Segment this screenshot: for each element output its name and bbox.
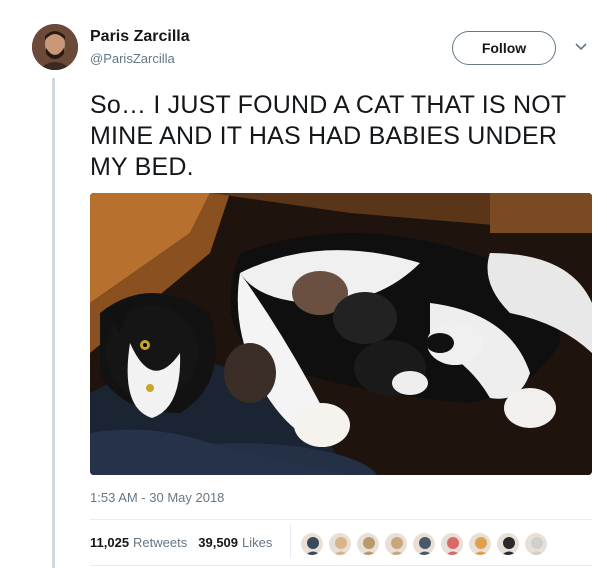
liker-avatar[interactable] (300, 532, 324, 556)
tweet-timestamp[interactable]: 1:53 AM - 30 May 2018 (90, 490, 224, 505)
author-handle[interactable]: @ParisZarcilla (90, 51, 175, 66)
thread-line (52, 78, 55, 568)
tweet-text: So… I JUST FOUND A CAT THAT IS NOT MINE … (90, 91, 566, 181)
liker-avatar[interactable] (356, 532, 380, 556)
liker-avatar[interactable] (384, 532, 408, 556)
author-name[interactable]: Paris Zarcilla (90, 28, 190, 46)
retweets-stat[interactable]: 11,025 Retweets (90, 535, 187, 550)
liker-avatar[interactable] (524, 532, 548, 556)
tweet-media[interactable] (90, 193, 592, 475)
tweet-stats: 11,025 Retweets 39,509 Likes (90, 535, 283, 550)
divider (90, 519, 592, 520)
follow-button[interactable]: Follow (452, 31, 556, 65)
avatar-photo-icon (32, 24, 78, 70)
author-avatar[interactable] (32, 24, 78, 70)
retweets-count: 11,025 (90, 535, 130, 550)
liker-avatar[interactable] (468, 532, 492, 556)
liker-avatars (300, 532, 552, 556)
liker-avatar[interactable] (440, 532, 464, 556)
likes-count: 39,509 (198, 535, 239, 550)
cat-with-kittens-photo-icon (90, 193, 592, 475)
liker-avatar[interactable] (328, 532, 352, 556)
chevron-down-icon[interactable] (573, 38, 589, 54)
retweets-label: Retweets (133, 535, 188, 550)
likes-label: Likes (242, 535, 273, 550)
stats-separator (290, 524, 291, 558)
likes-stat[interactable]: 39,509 Likes (198, 535, 272, 550)
liker-avatar[interactable] (496, 532, 520, 556)
divider (90, 565, 592, 566)
liker-avatar[interactable] (412, 532, 436, 556)
